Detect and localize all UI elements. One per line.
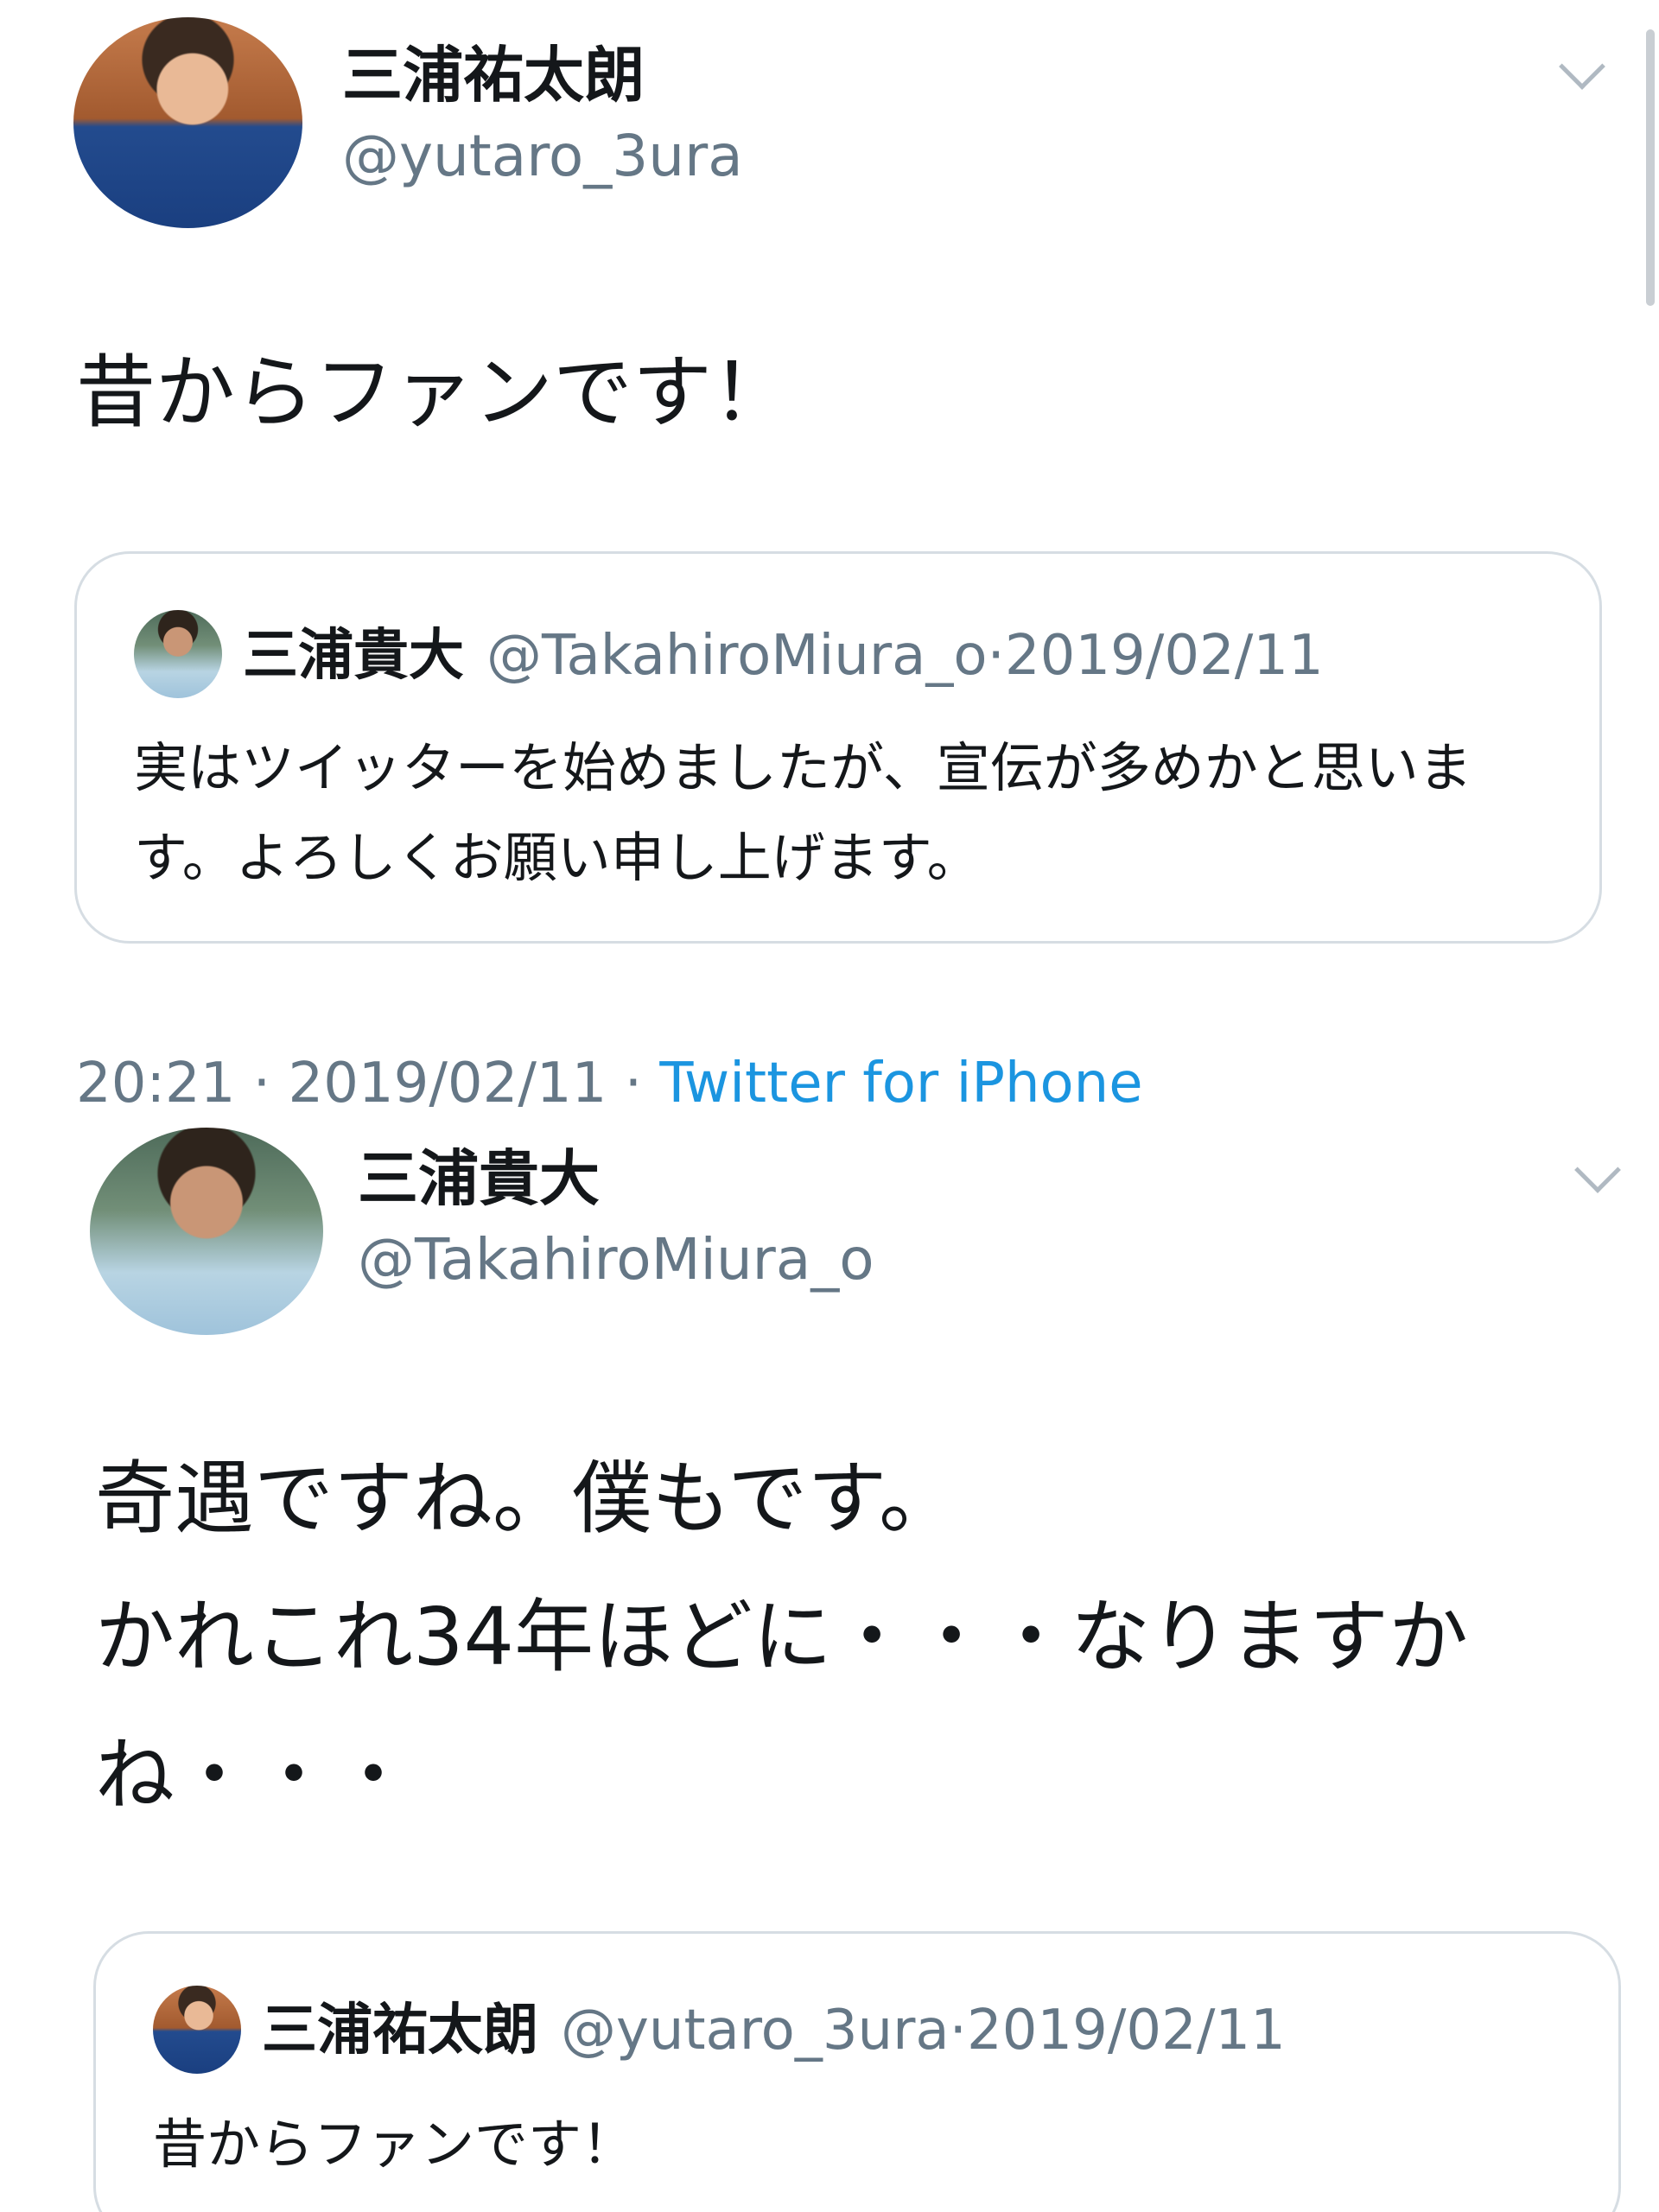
scrollbar[interactable] — [1646, 29, 1655, 306]
quoted-date-separator: · — [949, 1999, 967, 2063]
quoted-tweet-card[interactable]: 三浦貴大 @TakahiroMiura_o · 2019/02/11 実はツイッ… — [74, 551, 1602, 944]
quoted-handle: @yutaro_3ura — [561, 1999, 950, 2063]
display-name[interactable]: 三浦貴大 — [358, 1148, 600, 1209]
quoted-tweet-text: 実はツイッターを始めましたが、宣伝が多めかと思います。よろしくお願い申し上げます… — [134, 736, 1472, 889]
chevron-down-icon[interactable] — [1574, 1147, 1621, 1193]
tweet-text: 昔からファンです！ — [76, 346, 792, 439]
source-link[interactable]: Twitter for iPhone — [659, 1052, 1142, 1110]
quoted-date-separator: · — [987, 624, 1005, 688]
display-name[interactable]: 三浦祐太朗 — [342, 45, 645, 105]
quoted-display-name: 三浦祐太朗 — [262, 1999, 538, 2063]
avatar — [134, 610, 222, 698]
quoted-display-name: 三浦貴大 — [243, 624, 464, 688]
tweet-text: 奇遇ですね。僕もです。 かれこれ34年ほどに・・・なりますかね・・・ — [95, 1452, 1469, 1821]
quoted-handle: @TakahiroMiura_o — [486, 624, 988, 688]
quoted-tweet-text: 昔からファンです！ — [153, 2113, 636, 2176]
quoted-tweet-card[interactable]: 三浦祐太朗 @yutaro_3ura · 2019/02/11 昔からファンです… — [93, 1931, 1621, 2212]
handle[interactable]: @yutaro_3ura — [342, 128, 743, 185]
avatar[interactable] — [73, 17, 302, 228]
handle[interactable]: @TakahiroMiura_o — [358, 1231, 874, 1288]
timestamp: 20:21 · 2019/02/11 · — [76, 1052, 660, 1110]
quoted-date: 2019/02/11 — [966, 1999, 1286, 2063]
chevron-down-icon[interactable] — [1559, 43, 1605, 90]
avatar — [153, 1986, 241, 2074]
avatar[interactable] — [90, 1128, 323, 1335]
tweet-takahiro: 三浦貴大 @TakahiroMiura_o 奇遇ですね。僕もです。 かれこれ34… — [0, 1110, 1659, 2212]
quoted-date: 2019/02/11 — [1004, 624, 1324, 688]
tweet-yutaro: 三浦祐太朗 @yutaro_3ura 昔からファンです！ 三浦貴大 @Takah… — [0, 0, 1659, 1110]
timestamp-row: 20:21 · 2019/02/11 · Twitter for iPhone — [76, 1056, 1143, 1110]
